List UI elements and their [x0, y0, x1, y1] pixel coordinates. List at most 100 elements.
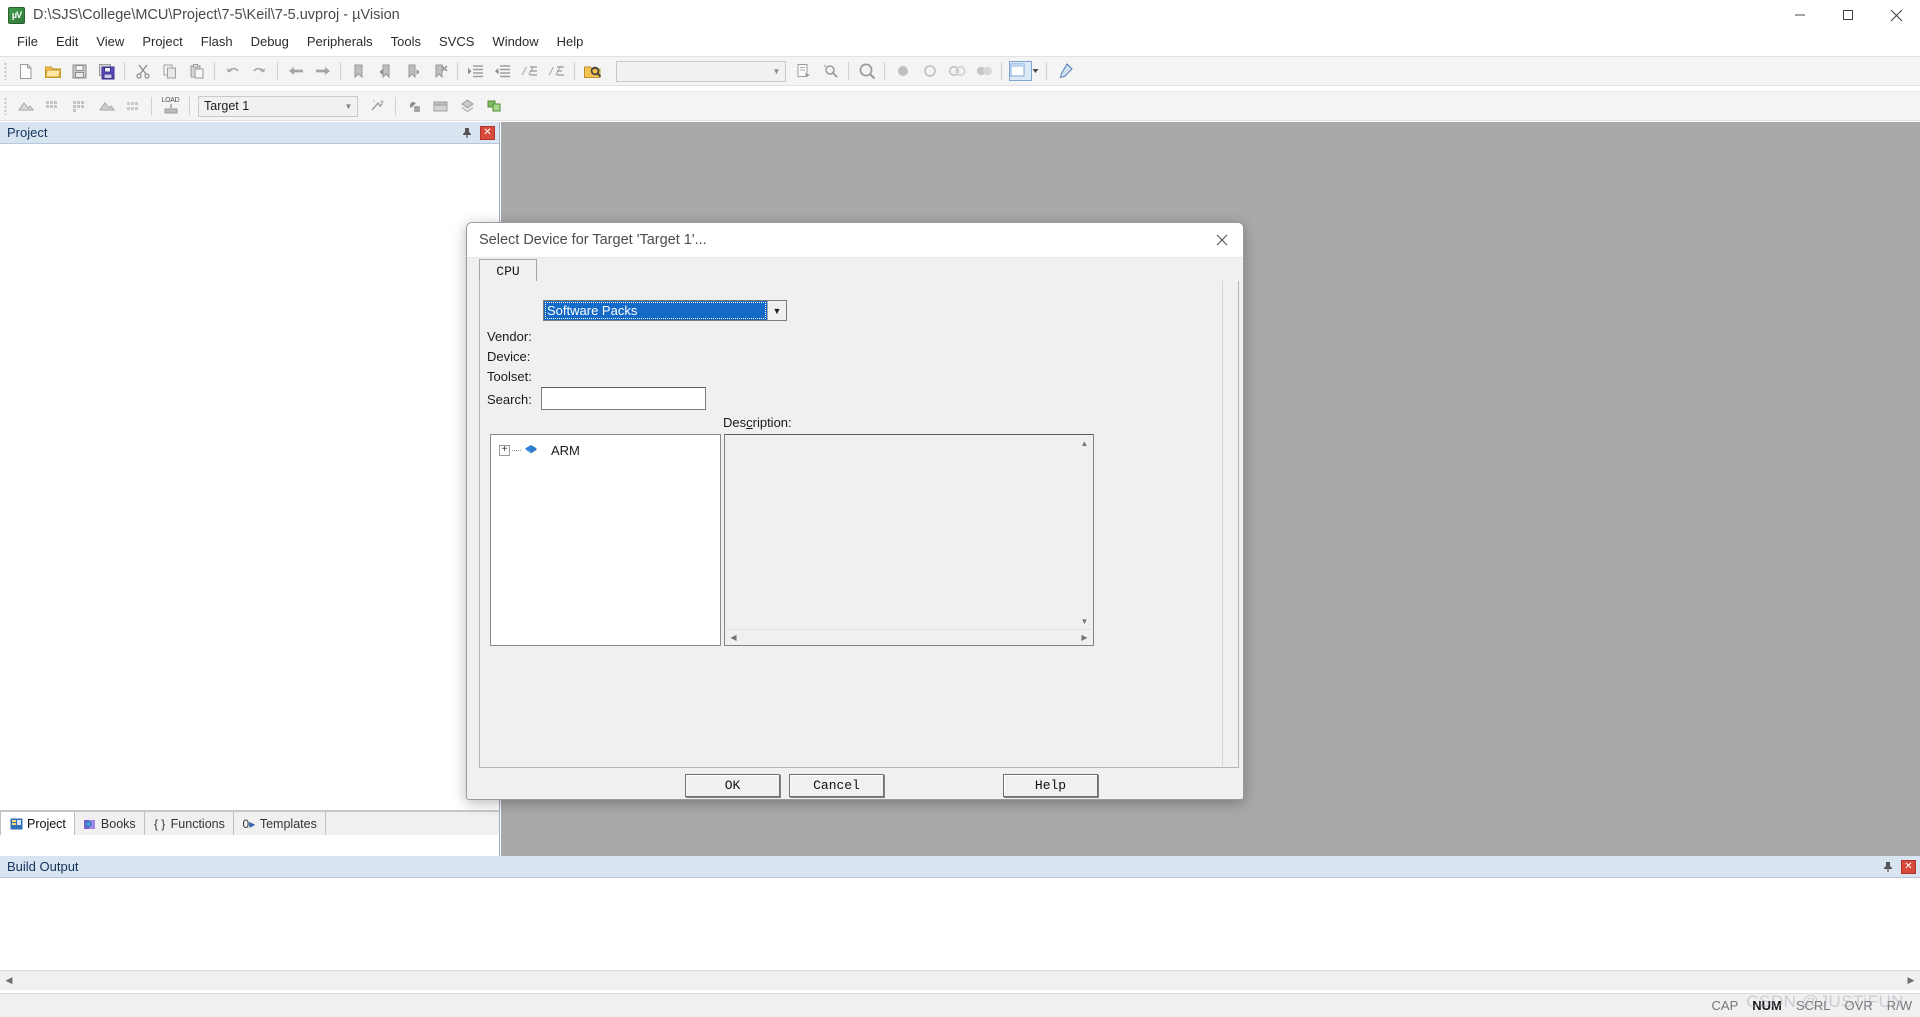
- chevron-down-icon[interactable]: ▼: [768, 62, 785, 81]
- tab-project[interactable]: Project: [0, 811, 75, 835]
- ok-button[interactable]: OK: [685, 774, 780, 797]
- indent-increase-icon[interactable]: [463, 59, 488, 83]
- arrow-right-icon[interactable]: ▶: [1077, 630, 1092, 645]
- breakpoint-disable-all-icon[interactable]: [944, 59, 969, 83]
- target-options-icon[interactable]: [365, 94, 390, 118]
- minimize-button[interactable]: [1776, 0, 1824, 30]
- breakpoint-kill-all-icon[interactable]: [971, 59, 996, 83]
- bookmark-toggle-icon[interactable]: [346, 59, 371, 83]
- description-box[interactable]: ▲ ▼ ◀ ▶: [724, 434, 1094, 646]
- software-packs-combo[interactable]: Software Packs ▼: [543, 300, 787, 321]
- copy-icon[interactable]: [157, 59, 182, 83]
- tab-cpu[interactable]: CPU: [479, 259, 537, 282]
- breakpoint-icon[interactable]: [890, 59, 915, 83]
- menu-tools[interactable]: Tools: [382, 32, 430, 51]
- device-tree[interactable]: + ARM: [490, 434, 721, 646]
- uncomment-icon[interactable]: //: [544, 59, 569, 83]
- window-layout-icon[interactable]: [1007, 59, 1041, 83]
- project-components-icon[interactable]: [482, 94, 507, 118]
- paste-icon[interactable]: [184, 59, 209, 83]
- functions-tab-icon: { }: [153, 816, 166, 831]
- redo-icon[interactable]: [247, 59, 272, 83]
- menu-help[interactable]: Help: [548, 32, 593, 51]
- comment-icon[interactable]: //: [517, 59, 542, 83]
- chevron-down-icon[interactable]: ▼: [340, 97, 357, 116]
- build-output-hscrollbar[interactable]: ◀ ▶: [0, 970, 1920, 990]
- tree-item-arm[interactable]: + ARM: [491, 440, 720, 460]
- menu-peripherals[interactable]: Peripherals: [298, 32, 382, 51]
- close-icon[interactable]: ✕: [1901, 860, 1916, 874]
- maximize-button[interactable]: [1824, 0, 1872, 30]
- tab-books[interactable]: Books: [74, 812, 145, 835]
- navigate-back-icon[interactable]: [283, 59, 308, 83]
- multi-project-icon[interactable]: [455, 94, 480, 118]
- status-bar: CAP NUM SCRL OVR R/W CSDN @JUSTiFUN: [0, 992, 1920, 1017]
- translate-icon[interactable]: [13, 94, 38, 118]
- menu-debug[interactable]: Debug: [242, 32, 298, 51]
- configuration-wizard-icon[interactable]: [1052, 59, 1077, 83]
- save-all-icon[interactable]: [94, 59, 119, 83]
- search-input[interactable]: [541, 387, 706, 410]
- pack-installer-icon[interactable]: [428, 94, 453, 118]
- arrow-left-icon[interactable]: ◀: [0, 972, 18, 990]
- stop-build-icon[interactable]: [121, 94, 146, 118]
- new-file-icon[interactable]: [13, 59, 38, 83]
- scroll-track[interactable]: [18, 972, 1902, 989]
- menu-flash[interactable]: Flash: [192, 32, 242, 51]
- save-icon[interactable]: [67, 59, 92, 83]
- tab-functions[interactable]: { } Functions: [144, 812, 234, 835]
- build-icon[interactable]: [40, 94, 65, 118]
- dialog-pane-scrollbar[interactable]: [1222, 281, 1238, 766]
- bookmark-clear-icon[interactable]: [427, 59, 452, 83]
- arrow-up-icon[interactable]: ▲: [1077, 436, 1092, 451]
- chevron-down-icon[interactable]: ▼: [767, 301, 786, 320]
- description-vscrollbar[interactable]: ▲ ▼: [1077, 436, 1092, 629]
- cancel-button[interactable]: Cancel: [789, 774, 884, 797]
- arrow-left-icon[interactable]: ◀: [726, 630, 741, 645]
- menu-svcs[interactable]: SVCS: [430, 32, 483, 51]
- arrow-right-icon[interactable]: ▶: [1902, 972, 1920, 990]
- menu-edit[interactable]: Edit: [47, 32, 87, 51]
- pin-icon[interactable]: [460, 126, 474, 140]
- bookmark-prev-icon[interactable]: [373, 59, 398, 83]
- download-to-flash-icon[interactable]: LOAD: [157, 94, 184, 118]
- toolbar-grip[interactable]: [4, 97, 7, 115]
- find-in-files-icon[interactable]: [580, 59, 605, 83]
- menu-project[interactable]: Project: [133, 32, 191, 51]
- navigate-forward-icon[interactable]: [310, 59, 335, 83]
- target-selector-value[interactable]: Target 1: [199, 99, 340, 113]
- build-output-text[interactable]: [0, 878, 1920, 970]
- help-button[interactable]: Help: [1003, 774, 1098, 797]
- toolbar-search-box[interactable]: ▼: [616, 60, 786, 82]
- menu-window[interactable]: Window: [483, 32, 547, 51]
- project-tree[interactable]: [0, 144, 499, 811]
- rebuild-icon[interactable]: [67, 94, 92, 118]
- bookmark-next-icon[interactable]: [400, 59, 425, 83]
- search-input-value[interactable]: [542, 388, 705, 394]
- cut-icon[interactable]: [130, 59, 155, 83]
- menu-view[interactable]: View: [87, 32, 133, 51]
- menu-file[interactable]: File: [8, 32, 47, 51]
- arrow-down-icon[interactable]: ▼: [1077, 614, 1092, 629]
- close-icon[interactable]: [1207, 227, 1237, 253]
- expand-icon[interactable]: +: [499, 444, 510, 456]
- find-next-icon[interactable]: [791, 59, 816, 83]
- batch-build-icon[interactable]: [94, 94, 119, 118]
- help-button-label: Help: [1034, 778, 1067, 793]
- open-folder-icon[interactable]: [40, 59, 65, 83]
- breakpoint-disable-icon[interactable]: [917, 59, 942, 83]
- dialog-tabstrip: CPU: [479, 259, 1233, 282]
- software-packs-value[interactable]: Software Packs: [544, 301, 767, 320]
- close-button[interactable]: [1872, 0, 1920, 30]
- close-icon[interactable]: ✕: [480, 126, 495, 140]
- undo-icon[interactable]: [220, 59, 245, 83]
- toolbar-grip[interactable]: [4, 62, 7, 80]
- tab-templates[interactable]: 0 ▸ Templates: [233, 812, 326, 835]
- target-selector[interactable]: Target 1 ▼: [198, 95, 358, 117]
- magnifier-icon[interactable]: [854, 59, 879, 83]
- description-hscrollbar[interactable]: ◀ ▶: [726, 629, 1092, 644]
- indent-decrease-icon[interactable]: [490, 59, 515, 83]
- incremental-find-icon[interactable]: [818, 59, 843, 83]
- manage-runtime-icon[interactable]: [401, 94, 426, 118]
- pin-icon[interactable]: [1881, 860, 1895, 874]
